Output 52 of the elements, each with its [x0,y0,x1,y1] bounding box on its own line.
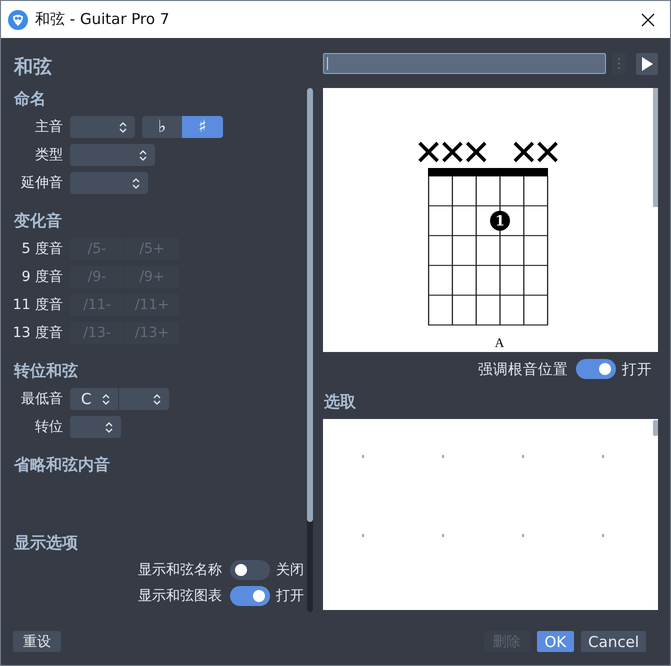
accidental-toggle[interactable]: ♭ [142,116,182,138]
chevron-updown-icon [153,392,161,406]
field-label: 9 度音 [20,268,63,286]
toggle-switch[interactable] [230,586,270,606]
section-heading: 选取 [323,392,357,412]
bass-note-select[interactable]: C [70,388,118,410]
scrollbar-thumb[interactable] [307,88,313,522]
chord-name-field[interactable] [323,53,606,74]
toggle-switch[interactable] [230,560,270,580]
toggle-state-text: 关闭 [276,561,304,579]
field-label: 转位 [34,418,63,436]
field-label: 延伸音 [20,174,63,192]
section-heading: 转位和弦 [14,360,79,382]
play-button[interactable] [636,52,658,74]
dropdown-select[interactable] [119,388,169,410]
toggle-switch[interactable] [576,359,616,379]
finger-dot: 1 [490,210,510,231]
field-label: 5 度音 [20,240,63,258]
field-label: 13 度音 [12,324,63,342]
chevron-updown-icon [119,120,127,134]
toggle-label: 显示和弦名称 [138,561,222,579]
field-label: 类型 [34,146,63,164]
scrollbar-thumb[interactable] [653,420,658,436]
chevron-updown-icon [139,148,147,162]
toggle-label: 显示和弦图表 [138,587,222,605]
accidental-toggle[interactable]: ♯ [182,116,223,138]
dropdown-select[interactable] [70,116,135,138]
chevron-updown-icon [102,392,110,406]
chevron-updown-icon [132,176,140,190]
chevron-updown-icon [105,420,113,434]
window-title: 和弦 - Guitar Pro 7 [35,10,170,29]
toggle-label: 强调根音位置 [478,360,568,378]
section-heading: 命名 [14,88,47,110]
section-heading: 变化音 [14,210,63,232]
field-label: 最低音 [20,390,63,408]
section-heading: 省略和弦内音 [14,454,111,476]
field-label: 主音 [34,118,63,136]
dialog-button[interactable]: OK [536,631,574,652]
toggle-state-text: 打开 [276,587,304,605]
scrollbar-thumb[interactable] [653,88,658,207]
play-icon [642,56,652,70]
dialog-button[interactable]: Cancel [581,631,646,652]
reset-button[interactable]: 重设 [13,631,61,652]
chord-name-label: A [494,335,504,350]
app-logo-icon [8,10,28,30]
field-label: 11 度音 [12,296,63,314]
section-heading: 显示选项 [14,532,79,554]
toggle-state-text: 打开 [622,360,652,378]
dropdown-select[interactable] [70,416,121,438]
close-icon[interactable] [641,12,655,26]
panel-title: 和弦 [12,55,53,80]
text-cursor [327,57,328,70]
